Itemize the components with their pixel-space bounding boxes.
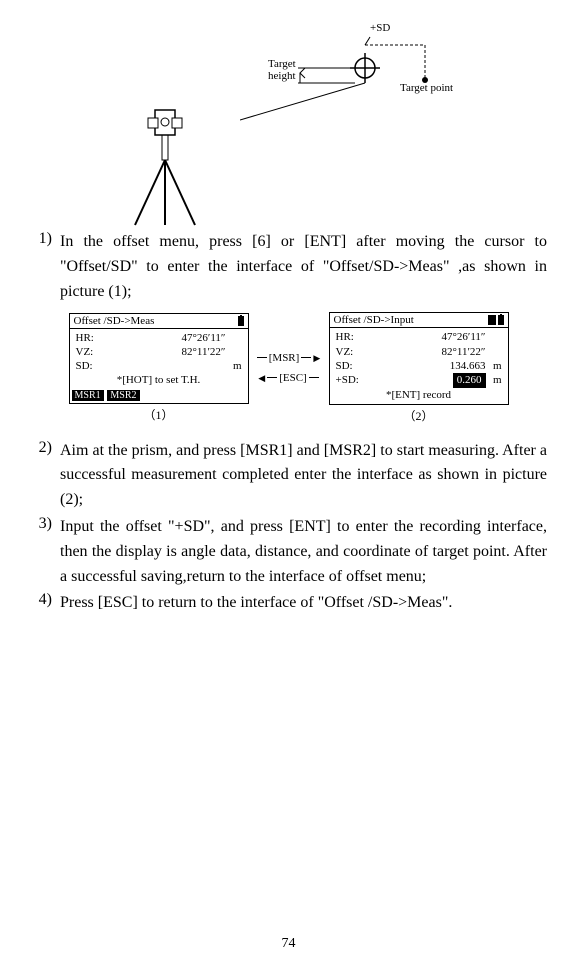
screen-2: Offset /SD->Input HR: 47°26′11″ VZ: 82°1… — [329, 312, 509, 404]
instruction-item: 4) Press [ESC] to return to the interfac… — [30, 591, 547, 616]
sd-label: SD: — [76, 359, 114, 373]
psd-value[interactable]: 0.260 — [453, 373, 486, 387]
target-height-label: Targetheight — [268, 58, 296, 82]
screen-1-hint: *[HOT] to set T.H. — [76, 373, 242, 387]
screen-1-caption: （1） — [69, 406, 249, 423]
vz-label: VZ: — [76, 345, 114, 359]
list-text: Press [ESC] to return to the interface o… — [60, 591, 547, 616]
sd-unit: m — [226, 359, 242, 373]
battery-icon — [238, 316, 244, 326]
list-number: 3) — [30, 515, 60, 589]
screen-2-caption: （2） — [329, 407, 509, 424]
arrows-area: [MSR] [ESC] — [249, 352, 329, 384]
vz-value: 82°11′22″ — [114, 345, 226, 359]
list-text: Aim at the prism, and press [MSR1] and [… — [60, 439, 547, 513]
instruction-item: 2) Aim at the prism, and press [MSR1] an… — [30, 439, 547, 513]
screens-area: Offset /SD->Meas HR: 47°26′11″ VZ: 82°11… — [30, 312, 547, 423]
screen-1: Offset /SD->Meas HR: 47°26′11″ VZ: 82°11… — [69, 313, 249, 405]
list-number: 4) — [30, 591, 60, 616]
instruction-item: 3) Input the offset "+SD", and press [EN… — [30, 515, 547, 589]
vz-value: 82°11′22″ — [374, 345, 486, 359]
psd-unit: m — [486, 373, 502, 387]
plus-sd-label: +SD — [370, 22, 390, 34]
page-number: 74 — [0, 936, 577, 952]
sd-label: SD: — [336, 359, 374, 373]
measurement-diagram: Targetheight +SD Target point — [30, 20, 547, 220]
sd-value: 134.663 — [374, 359, 486, 373]
target-point-label: Target point — [400, 82, 453, 94]
list-text: In the offset menu, press [6] or [ENT] a… — [60, 230, 547, 304]
vz-label: VZ: — [336, 345, 374, 359]
battery-icon — [498, 315, 504, 325]
screen-1-title: Offset /SD->Meas — [74, 315, 155, 327]
list-number: 2) — [30, 439, 60, 513]
screen-2-wrapper: Offset /SD->Input HR: 47°26′11″ VZ: 82°1… — [329, 312, 509, 423]
screen-1-wrapper: Offset /SD->Meas HR: 47°26′11″ VZ: 82°11… — [69, 313, 249, 424]
hr-value: 47°26′11″ — [374, 330, 486, 344]
esc-arrow-label: [ESC] — [279, 372, 307, 384]
msr-arrow-label: [MSR] — [269, 352, 300, 364]
hr-label: HR: — [76, 331, 114, 345]
msr2-button[interactable]: MSR2 — [107, 390, 139, 401]
hr-value: 47°26′11″ — [114, 331, 226, 345]
msr1-button[interactable]: MSR1 — [72, 390, 104, 401]
mode-icon — [488, 315, 496, 325]
psd-label: +SD: — [336, 373, 374, 387]
screen-2-title: Offset /SD->Input — [334, 314, 414, 326]
tripod-icon — [120, 100, 210, 230]
instruction-item: 1) In the offset menu, press [6] or [ENT… — [30, 230, 547, 304]
hr-label: HR: — [336, 330, 374, 344]
list-number: 1) — [30, 230, 60, 304]
sd-unit: m — [486, 359, 502, 373]
list-text: Input the offset "+SD", and press [ENT] … — [60, 515, 547, 589]
screen-2-hint: *[ENT] record — [336, 388, 502, 402]
